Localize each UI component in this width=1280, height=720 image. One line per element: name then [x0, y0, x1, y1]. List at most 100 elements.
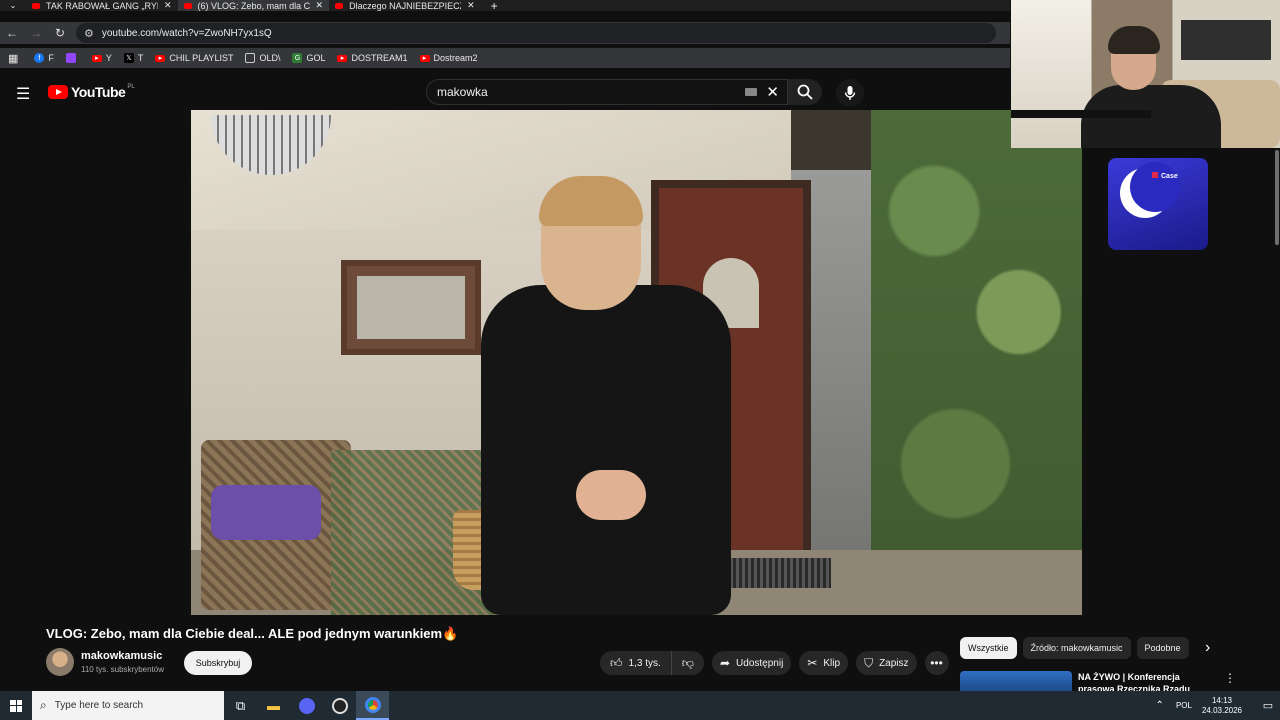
clear-search-icon[interactable]: ✕: [766, 83, 779, 101]
promo-brand: Case: [1152, 172, 1178, 180]
country-code: PL: [127, 84, 135, 90]
chip-all[interactable]: Wszystkie: [960, 637, 1017, 659]
browser-tab-title: (6) VLOG: Zebo, mam dla Ciebie: [197, 0, 310, 11]
browser-tab-2[interactable]: (6) VLOG: Zebo, mam dla Ciebie ✕: [177, 0, 330, 11]
browser-tab-strip: ⌄ TAK RABOWAŁ GANG „RYMPAŁ ✕ (6) VLOG: Z…: [0, 0, 1010, 13]
discord-icon[interactable]: [290, 691, 323, 720]
dislike-button[interactable]: 👎︎: [672, 656, 704, 671]
browser-tab-3[interactable]: Dlaczego NAJNIEBEZPIECZNIE ✕: [329, 0, 481, 11]
video-actions: 👍︎ 1,3 tys. 👎︎ ➦ Udostępnij ✂ Klip ⛉ Zap…: [600, 651, 957, 675]
taskbar-search[interactable]: ⌕ Type here to search: [32, 691, 224, 720]
video-player[interactable]: [191, 110, 1082, 615]
keyboard-icon[interactable]: [745, 88, 757, 96]
cube-logo-icon: [1152, 172, 1158, 178]
channel-info: makowkamusic 110 tys. subskrybentów: [46, 648, 164, 676]
twitch-icon: [65, 53, 76, 63]
close-tab-icon[interactable]: ✕: [164, 0, 172, 11]
channel-name[interactable]: makowkamusic: [81, 650, 164, 662]
clip-button[interactable]: ✂ Klip: [799, 651, 849, 675]
more-vertical-icon[interactable]: ⋮: [1224, 671, 1236, 691]
bookmark-dostream1[interactable]: ▸ DOSTREAM1: [337, 53, 408, 63]
promo-overlay: Case: [1108, 158, 1208, 250]
more-actions-button[interactable]: •••: [924, 651, 949, 675]
bookmark-folder-old[interactable]: OLD\: [245, 53, 280, 63]
bookmark-x[interactable]: 𝕏T: [123, 53, 143, 63]
bookmark-label: DOSTREAM1: [351, 53, 408, 63]
browser-tab-title: TAK RABOWAŁ GANG „RYMPAŁ: [46, 0, 158, 11]
notification-icon[interactable]: ▭: [1256, 699, 1280, 712]
bookmark-icon: ⛉: [864, 655, 874, 670]
share-label: Udostępnij: [736, 657, 784, 669]
youtube-wordmark: YouTube: [71, 84, 126, 100]
bookmark-youtube[interactable]: ▸ Y: [91, 53, 112, 63]
new-tab-button[interactable]: +: [491, 0, 498, 13]
bookmark-label: OLD\: [259, 53, 281, 63]
forward-icon[interactable]: →: [24, 26, 48, 40]
chevron-up-icon[interactable]: ⌃: [1156, 700, 1164, 711]
browser-tab-1[interactable]: TAK RABOWAŁ GANG „RYMPAŁ ✕: [26, 0, 178, 11]
bookmark-label: GOL: [306, 53, 326, 63]
bookmark-facebook[interactable]: fF: [34, 53, 54, 63]
bookmark-label: CHIL PLAYLIST: [169, 53, 234, 63]
close-tab-icon[interactable]: ✕: [316, 0, 324, 11]
share-icon: ➦: [719, 656, 731, 670]
youtube-favicon: [32, 2, 40, 9]
filter-chips: Wszystkie Źródło: makowkamusic Podobne: [960, 637, 1195, 659]
more-horizontal-icon: •••: [930, 656, 943, 670]
like-dislike-group: 👍︎ 1,3 tys. 👎︎: [600, 651, 704, 675]
search-button[interactable]: [788, 79, 822, 105]
microphone-icon: [844, 86, 856, 100]
bookmark-dostream2[interactable]: ▸ Dostream2: [419, 53, 478, 63]
subscriber-count: 110 tys. subskrybentów: [81, 665, 165, 674]
address-bar[interactable]: ⚙ youtube.com/watch?v=ZwoNH7yx1sQ: [76, 23, 996, 43]
clock[interactable]: 14:13 24.03.2026: [1202, 696, 1242, 716]
address-row: ← → ↻ ⚙ youtube.com/watch?v=ZwoNH7yx1sQ: [0, 22, 1010, 44]
channel-avatar[interactable]: [46, 648, 74, 676]
start-button[interactable]: [0, 691, 32, 720]
share-button[interactable]: ➦ Udostępnij: [711, 651, 792, 675]
menu-icon[interactable]: ☰: [16, 84, 30, 104]
chrome-icon[interactable]: [356, 691, 389, 720]
recommended-video[interactable]: NA ŻYWO | Konferencja prasowa Rzecznika …: [960, 671, 1260, 691]
video-title: VLOG: Zebo, mam dla Ciebie deal... ALE p…: [46, 626, 459, 641]
site-info-icon[interactable]: ⚙: [84, 27, 94, 40]
youtube-play-icon: [48, 85, 68, 99]
save-label: Zapisz: [879, 657, 909, 669]
like-button[interactable]: 👍︎ 1,3 tys.: [600, 651, 672, 675]
taskbar: ⌕ Type here to search ⧉ ▬ ⌃ POL 14:13 24…: [0, 691, 1280, 720]
clock-time: 14:13: [1211, 695, 1232, 705]
file-explorer-icon[interactable]: ▬: [257, 691, 290, 720]
tab-search-button[interactable]: ⌄: [0, 0, 26, 11]
close-tab-icon[interactable]: ✕: [467, 0, 475, 11]
gol-icon: G: [292, 53, 303, 63]
video-scene-ivy: [871, 110, 1082, 615]
thumbs-down-icon: 👎︎: [681, 655, 694, 670]
video-scene-window: [341, 260, 481, 355]
save-button[interactable]: ⛉ Zapisz: [856, 651, 917, 675]
obs-icon[interactable]: [323, 691, 356, 720]
reload-icon[interactable]: ↻: [48, 26, 72, 40]
apps-grid-icon[interactable]: ▦: [8, 52, 18, 65]
subscribe-button[interactable]: Subskrybuj: [184, 651, 252, 675]
language-indicator[interactable]: POL: [1176, 701, 1192, 710]
chevron-right-icon[interactable]: ›: [1205, 639, 1210, 657]
webcam-overlay: [1011, 0, 1280, 148]
promo-brand-text: Case: [1161, 173, 1178, 180]
clock-date: 24.03.2026: [1201, 705, 1242, 715]
recommended-thumbnail[interactable]: [960, 671, 1072, 691]
task-view-icon[interactable]: ⧉: [224, 691, 257, 720]
voice-search-button[interactable]: [836, 79, 864, 107]
search-input[interactable]: makowka ✕: [426, 79, 788, 105]
like-count: 1,3 tys.: [628, 657, 661, 669]
chip-related[interactable]: Podobne: [1136, 637, 1189, 659]
bookmark-label: Dostream2: [433, 53, 478, 63]
chip-from-channel[interactable]: Źródło: makowkamusic: [1022, 637, 1131, 659]
recommended-title[interactable]: NA ŻYWO | Konferencja prasowa Rzecznika …: [1078, 671, 1194, 691]
bookmark-chil-playlist[interactable]: ▸ CHIL PLAYLIST: [155, 53, 233, 63]
bookmark-gol[interactable]: G GOL: [292, 53, 325, 63]
back-icon[interactable]: ←: [0, 26, 24, 40]
bookmark-twitch[interactable]: [65, 53, 80, 63]
facebook-icon: f: [34, 53, 45, 63]
youtube-logo[interactable]: YouTube PL: [48, 84, 135, 100]
page-scrollbar[interactable]: [1275, 150, 1279, 245]
